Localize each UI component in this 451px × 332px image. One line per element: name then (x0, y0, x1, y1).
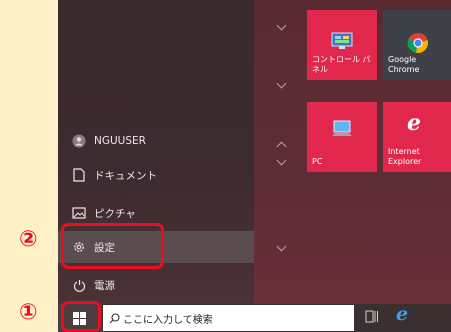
step-marker-1: ① (19, 300, 38, 325)
tile-control-panel[interactable]: コントロール パネル (307, 10, 377, 80)
menu-item-power[interactable]: 電源 (58, 270, 254, 300)
tile-pc[interactable]: PC (307, 102, 377, 172)
settings-highlight-box (61, 223, 164, 269)
menu-item-documents[interactable]: ドキュメント (58, 160, 254, 190)
user-icon (66, 134, 92, 148)
user-account[interactable]: NGUUSER (58, 126, 254, 156)
user-name: NGUUSER (94, 135, 146, 147)
control-panel-icon (331, 32, 353, 49)
step-marker-2: ② (19, 227, 38, 252)
task-view-icon[interactable] (365, 310, 379, 324)
internet-explorer-icon: e (407, 110, 421, 136)
tile-label: コントロール パネル (312, 55, 371, 74)
tile-label: Internet Explorer (388, 147, 422, 166)
chrome-icon (407, 33, 428, 53)
menu-item-label: ドキュメント (94, 169, 157, 182)
menu-item-label: 電源 (94, 279, 115, 292)
document-icon (66, 168, 92, 182)
search-placeholder: ここに入力して検索 (123, 314, 213, 326)
menu-item-label: ピクチャ (94, 207, 136, 220)
power-icon (66, 279, 92, 292)
start-button-highlight-box (61, 301, 101, 332)
search-icon (109, 312, 120, 323)
tile-google-chrome[interactable]: Google Chrome (383, 10, 451, 80)
taskbar-search-box[interactable]: ここに入力して検索 (103, 305, 354, 331)
pc-icon (332, 120, 352, 136)
picture-icon (66, 207, 92, 219)
tile-label: Google Chrome (388, 55, 420, 74)
tile-internet-explorer[interactable]: e Internet Explorer (383, 102, 451, 172)
internet-explorer-taskbar-icon[interactable]: e (396, 303, 408, 325)
tile-label: PC (312, 157, 323, 166)
